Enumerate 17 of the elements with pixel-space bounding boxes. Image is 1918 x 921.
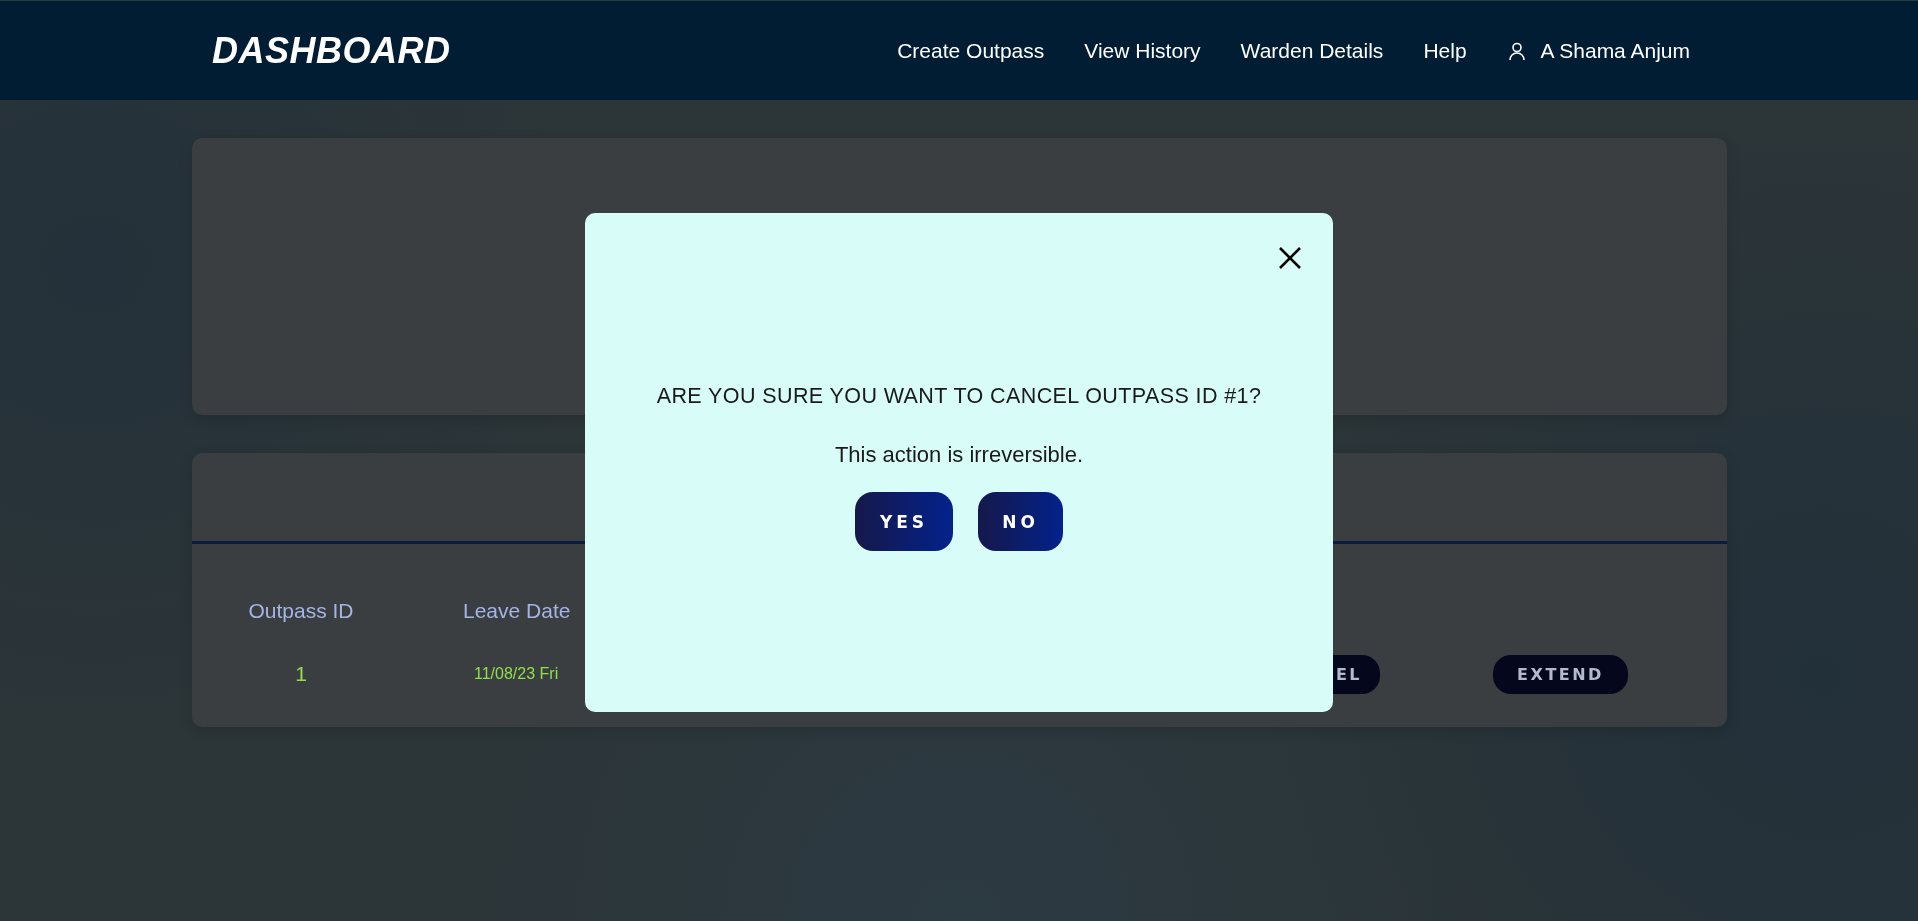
yes-button[interactable]: YES — [855, 492, 953, 551]
user-link[interactable]: A Shama Anjum — [1540, 38, 1690, 63]
column-header: Leave Date — [463, 599, 572, 623]
column-header: Outpass ID — [247, 599, 355, 623]
id-cell-text: 1 — [294, 662, 308, 686]
nav-link[interactable]: Warden Details — [1240, 38, 1384, 63]
close-icon[interactable] — [1278, 246, 1302, 270]
nav-link[interactable]: View History — [1084, 38, 1201, 63]
dialog-note: This action is irreversible. — [834, 442, 1084, 468]
nav-link[interactable]: Create Outpass — [897, 38, 1045, 63]
nav-link[interactable]: Help — [1423, 38, 1467, 63]
extend-button[interactable]: EXTEND — [1493, 654, 1628, 694]
user-icon — [1506, 40, 1527, 61]
dialog-question: ARE YOU SURE YOU WANT TO CANCEL OUTPASS ID #1? — [656, 384, 1262, 409]
no-button[interactable]: NO — [978, 492, 1063, 551]
dashboard-title: DASHBOARD — [212, 29, 451, 72]
date-cell-text: 11/08/23 Fri — [473, 665, 560, 683]
